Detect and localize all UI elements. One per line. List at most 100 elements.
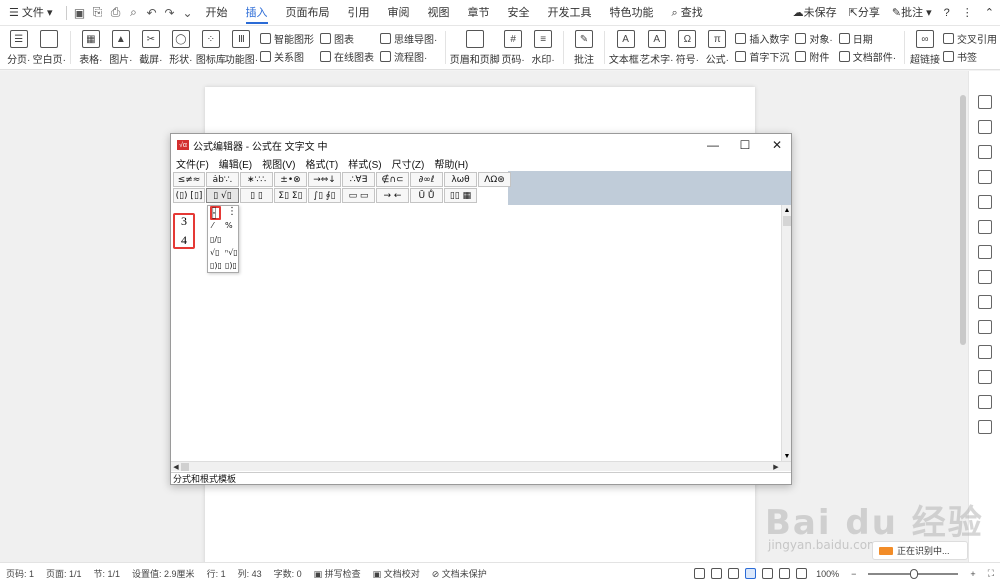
print-icon[interactable]: ⎙ [107, 4, 125, 22]
page-number-button[interactable]: # 页码· [498, 26, 528, 69]
customize-dropdown-icon[interactable]: ⌄ [179, 4, 197, 22]
greek-upper-palette-button[interactable]: ΛΩ⊛ [478, 172, 511, 187]
tab-features[interactable]: 特色功能 [601, 0, 663, 26]
tab-insert[interactable]: 插入 [237, 0, 277, 26]
tab-references[interactable]: 引用 [339, 0, 379, 26]
bookmark-button[interactable]: 书签 [942, 48, 997, 64]
labeled-arrow-template-button[interactable]: → ← [376, 188, 409, 203]
screenshot-button[interactable]: ✂ 截屏· [136, 26, 166, 69]
scroll-thumb[interactable] [783, 216, 791, 226]
relation-palette-button[interactable]: ≤≠≈ [173, 172, 205, 187]
icon-library-button[interactable]: ⁘ 图标库 [196, 26, 226, 69]
equation-edit-area[interactable]: 3 4 ▯ ▯ ⋮ ⁄ % ▯/▯ √▯ ⁿ√▯ ▯)▯ ▯)▯ [171, 205, 781, 461]
export-pdf-icon[interactable]: ⎘ [89, 4, 107, 22]
editor-menu-style[interactable]: 样式(S) [343, 156, 386, 171]
scroll-right-icon[interactable]: ▶ [771, 462, 781, 472]
tab-page-layout[interactable]: 页面布局 [277, 0, 339, 26]
greek-lower-palette-button[interactable]: λωθ [444, 172, 477, 187]
sqrt-template[interactable]: √▯ [210, 248, 220, 257]
integral-template-button[interactable]: ∫▯ ∮▯ [308, 188, 341, 203]
zoom-slider-knob[interactable] [910, 568, 919, 579]
undo-icon[interactable]: ↶ [143, 4, 161, 22]
fraction-expression[interactable]: 3 4 [173, 213, 195, 249]
maximize-button[interactable]: ☐ [729, 134, 761, 156]
page-break-button[interactable]: ☰ 分页· [4, 26, 34, 69]
nth-root-template[interactable]: ⁿ√▯ [225, 248, 238, 257]
tab-developer[interactable]: 开发工具 [539, 0, 601, 26]
tab-chapter[interactable]: 章节 [459, 0, 499, 26]
scroll-left-icon[interactable]: ◀ [171, 462, 181, 472]
date-button[interactable]: 日期 [838, 31, 896, 47]
relation-chart-button[interactable]: 关系图 [260, 48, 314, 64]
status-word-count[interactable]: 字数: 0 [268, 567, 308, 580]
operator-palette-button[interactable]: ±•⊗ [274, 172, 307, 187]
picture-button[interactable]: ▲ 图片· [106, 26, 136, 69]
comment-button[interactable]: ✎批注 ▾ [886, 0, 938, 26]
share-button[interactable]: ⇱分享 [843, 0, 886, 26]
fit-page-icon[interactable]: ⛶ [982, 568, 1000, 579]
bar-template-button[interactable]: ▭ ▭ [342, 188, 375, 203]
scroll-up-icon[interactable]: ▲ [782, 205, 792, 215]
function-chart-button[interactable]: Ⅲ 功能图· [225, 26, 258, 69]
fence-template-button[interactable]: (▯) [▯] [173, 188, 205, 203]
copy-icon[interactable] [977, 270, 992, 284]
flowchart-button[interactable]: 流程图· [380, 48, 437, 64]
app-menu-button[interactable]: ☰ 文件 ▾ [0, 0, 62, 26]
matrix-template-button[interactable]: ▯▯ ▦ [444, 188, 477, 203]
zoom-slider[interactable] [868, 568, 959, 579]
summation-template-button[interactable]: Σ▯ Σ▯ [274, 188, 307, 203]
chart-tool-icon[interactable] [977, 220, 992, 234]
select-icon[interactable] [977, 120, 992, 134]
more-icon[interactable]: ⋮ [956, 0, 979, 26]
mindmap-button[interactable]: 思维导图· [380, 31, 437, 47]
help-button[interactable]: ? [938, 0, 956, 26]
blank-page-button[interactable]: 空白页· [33, 26, 66, 69]
pen-icon[interactable] [728, 568, 740, 579]
slash-fraction-template[interactable]: ⁄ [212, 221, 213, 230]
search-button[interactable]: ⌕ 查找 [663, 0, 712, 26]
tab-security[interactable]: 安全 [499, 0, 539, 26]
insert-number-button[interactable]: 插入数字 [735, 31, 789, 47]
inline-fraction-template[interactable]: ▯/▯ [210, 235, 222, 244]
image-tool-icon[interactable] [977, 345, 992, 359]
arrow-palette-button[interactable]: →⇔↓ [308, 172, 341, 187]
long-division-template[interactable]: ▯)▯ [210, 261, 222, 270]
redo-icon[interactable]: ↷ [161, 4, 179, 22]
table-tool-icon[interactable] [977, 195, 992, 209]
print-preview-icon[interactable]: ⌕ [125, 4, 143, 22]
shape-tool-icon[interactable] [977, 170, 992, 184]
proofread-button[interactable]: ▣ 文档校对 [367, 567, 426, 580]
online-chart-button[interactable]: 在线图表 [320, 48, 374, 64]
scrollbar-thumb[interactable] [960, 95, 966, 345]
location-icon[interactable] [977, 145, 992, 159]
minimize-button[interactable]: — [697, 134, 729, 156]
editor-menu-size[interactable]: 尺寸(Z) [387, 156, 430, 171]
edit-icon[interactable] [977, 95, 992, 109]
smart-graphic-button[interactable]: 智能图形 [260, 31, 314, 47]
read-mode-icon[interactable] [711, 568, 723, 579]
attachment-button[interactable]: 附件 [795, 48, 832, 64]
shape-button[interactable]: ◯ 形状· [166, 26, 196, 69]
percent-fraction-template[interactable]: % [225, 221, 233, 230]
protect-button[interactable]: ⊘ 文档未保护 [426, 567, 493, 580]
tab-view[interactable]: 视图 [419, 0, 459, 26]
document-icon[interactable] [977, 320, 992, 334]
formula-button[interactable]: π 公式· [702, 26, 732, 69]
set-palette-button[interactable]: ∉∩⊂ [376, 172, 409, 187]
product-template-button[interactable]: Ū Ů [410, 188, 443, 203]
spaces-palette-button[interactable]: ȧb∵. [206, 172, 239, 187]
eye-protect-icon[interactable] [796, 568, 808, 579]
fraction-radical-template-button[interactable]: ▯ √▯ [206, 188, 239, 203]
tab-review[interactable]: 审阅 [379, 0, 419, 26]
translate-icon[interactable] [977, 295, 992, 309]
editor-menu-help[interactable]: 帮助(H) [429, 156, 473, 171]
editor-menu-edit[interactable]: 编辑(E) [214, 156, 257, 171]
wordart-button[interactable]: A 艺术字· [640, 26, 673, 69]
save-icon[interactable]: ▣ [71, 4, 89, 22]
full-fraction-template[interactable]: ▯ ▯ [212, 206, 216, 220]
symbol-button[interactable]: Ω 符号· [672, 26, 702, 69]
tab-start[interactable]: 开始 [197, 0, 237, 26]
history-icon[interactable] [977, 420, 992, 434]
comment-insert-button[interactable]: ✎ 批注 [569, 26, 599, 69]
equation-editor-titlebar[interactable]: √α 公式编辑器 - 公式在 文字文 中 — ☐ ✕ [171, 134, 791, 156]
